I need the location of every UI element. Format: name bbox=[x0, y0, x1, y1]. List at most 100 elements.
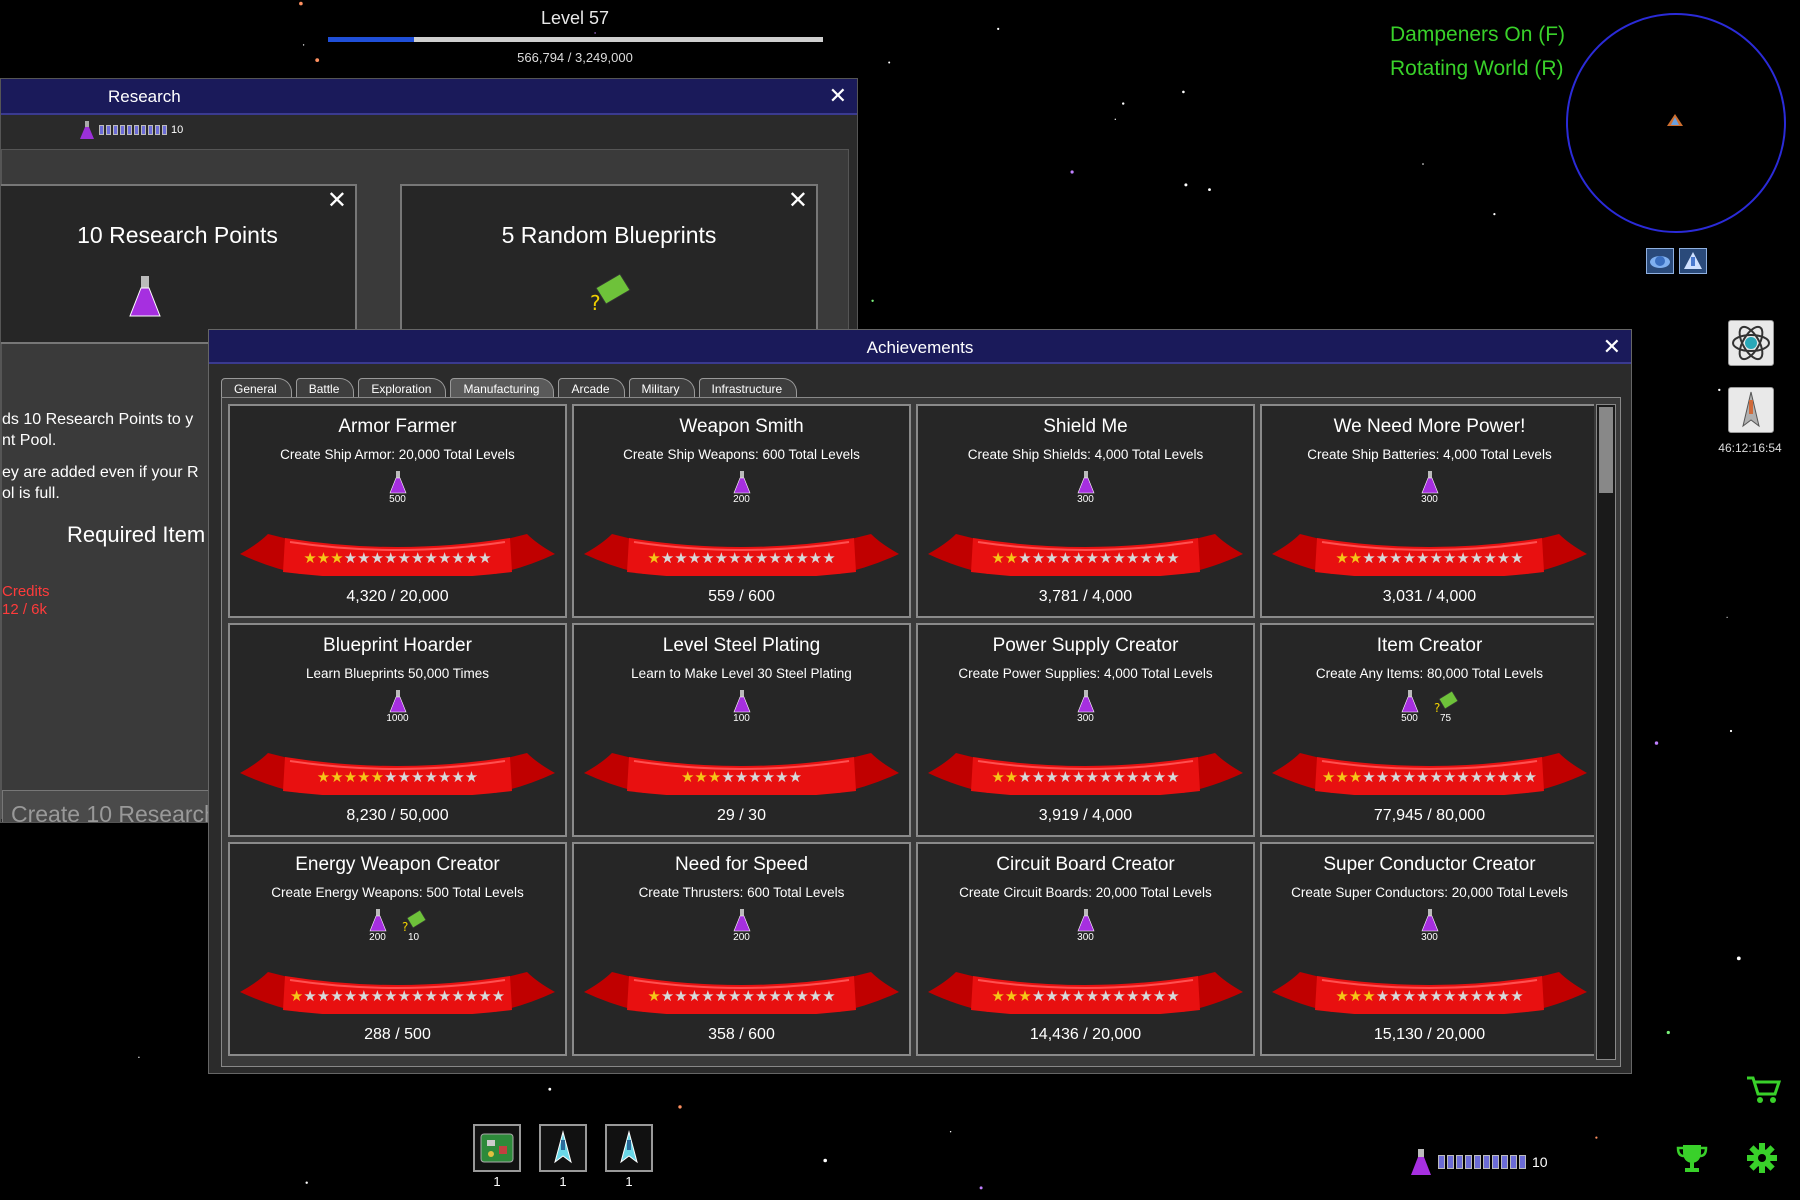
achievement-name: Weapon Smith bbox=[679, 416, 804, 437]
star-empty-icon: ★ bbox=[1429, 769, 1443, 786]
tab-manufacturing[interactable]: Manufacturing bbox=[450, 378, 555, 399]
tab-battle[interactable]: Battle bbox=[295, 378, 355, 399]
achievement-reward: 200 bbox=[369, 908, 387, 943]
achievement-progress: 29 / 30 bbox=[717, 807, 766, 824]
star-dot bbox=[305, 1181, 308, 1184]
svg-text:?: ? bbox=[1434, 701, 1440, 713]
research-close-icon[interactable]: ✕ bbox=[829, 83, 847, 109]
star-empty-icon: ★ bbox=[303, 988, 317, 1005]
research-flask-icon bbox=[1411, 1149, 1431, 1175]
scrollbar-thumb[interactable] bbox=[1599, 407, 1613, 493]
research-option-card[interactable]: ✕ 10 Research Points bbox=[1, 184, 357, 344]
planet-view-button[interactable] bbox=[1646, 248, 1674, 274]
tab-infrastructure[interactable]: Infrastructure bbox=[698, 378, 798, 399]
star-filled-icon: ★ bbox=[991, 550, 1005, 567]
star-empty-icon: ★ bbox=[478, 988, 492, 1005]
star-empty-icon: ★ bbox=[1469, 550, 1484, 567]
achievement-card[interactable]: Power Supply Creator Create Power Supplie… bbox=[916, 623, 1255, 837]
hotbar-slot[interactable] bbox=[605, 1124, 653, 1172]
achievement-card[interactable]: Energy Weapon Creator Create Energy Weapo… bbox=[228, 842, 567, 1056]
star-empty-icon: ★ bbox=[397, 988, 411, 1005]
card-close-icon[interactable]: ✕ bbox=[788, 186, 808, 215]
star-empty-icon: ★ bbox=[1072, 769, 1086, 786]
tab-arcade[interactable]: Arcade bbox=[558, 378, 625, 399]
star-dot bbox=[979, 1186, 983, 1190]
ship-view-button[interactable] bbox=[1679, 248, 1707, 274]
achievement-card[interactable]: Need for Speed Create Thrusters: 600 Tota… bbox=[572, 842, 911, 1056]
blueprint-icon: ? bbox=[402, 909, 427, 932]
achievement-reward: 500 bbox=[389, 470, 407, 505]
reward-amount: 200 bbox=[733, 932, 750, 943]
star-empty-icon: ★ bbox=[775, 769, 789, 786]
blueprint-option-card[interactable]: ✕ 5 Random Blueprints ? bbox=[400, 184, 818, 344]
blueprint-option-title: 5 Random Blueprints bbox=[501, 222, 717, 248]
star-empty-icon: ★ bbox=[714, 550, 729, 567]
achievement-card[interactable]: Blueprint Hoarder Learn Blueprints 50,000… bbox=[228, 623, 567, 837]
tab-general[interactable]: General bbox=[221, 378, 292, 399]
achievement-card[interactable]: Circuit Board Creator Create Circuit Boar… bbox=[916, 842, 1255, 1056]
achievement-description: Create Ship Weapons: 600 Total Levels bbox=[623, 447, 860, 462]
star-empty-icon: ★ bbox=[478, 550, 492, 567]
star-filled-icon: ★ bbox=[343, 769, 358, 786]
achievement-list: Armor Farmer Create Ship Armor: 20,000 To… bbox=[221, 397, 1621, 1067]
achievement-description: Create Thrusters: 600 Total Levels bbox=[638, 885, 845, 900]
research-flask-icon bbox=[733, 909, 750, 932]
star-empty-icon: ★ bbox=[1510, 550, 1524, 567]
level-bar: Level 57 566,794 / 3,249,000 bbox=[325, 8, 825, 65]
star-dot bbox=[1422, 163, 1424, 165]
achievement-card[interactable]: We Need More Power! Create Ship Batteries… bbox=[1260, 404, 1594, 618]
star-filled-icon: ★ bbox=[1004, 550, 1019, 567]
star-dot bbox=[888, 61, 891, 64]
star-dot bbox=[1729, 729, 1733, 733]
achievements-close-icon[interactable]: ✕ bbox=[1603, 334, 1621, 360]
card-close-icon[interactable]: ✕ bbox=[327, 186, 347, 215]
shop-cart-icon[interactable] bbox=[1745, 1074, 1781, 1104]
create-research-button[interactable]: Create 10 Research bbox=[2, 790, 232, 822]
blueprint-icon: ? bbox=[590, 273, 631, 312]
star-empty-icon: ★ bbox=[674, 988, 688, 1005]
ship-button[interactable] bbox=[1728, 387, 1774, 433]
hotbar-slot[interactable] bbox=[539, 1124, 587, 1172]
tab-military[interactable]: Military bbox=[628, 378, 695, 399]
star-filled-icon: ★ bbox=[1335, 769, 1349, 786]
achievement-card[interactable]: Shield Me Create Ship Shields: 4,000 Tota… bbox=[916, 404, 1255, 618]
hotbar-slot[interactable] bbox=[473, 1124, 521, 1172]
achievement-card[interactable]: Level Steel Plating Learn to Make Level 3… bbox=[572, 623, 911, 837]
settings-gear-icon[interactable] bbox=[1746, 1142, 1778, 1174]
achievement-progress: 77,945 / 80,000 bbox=[1373, 807, 1486, 824]
reactor-button[interactable] bbox=[1728, 320, 1774, 366]
dampeners-status[interactable]: Dampeners On (F) bbox=[1390, 18, 1565, 52]
star-empty-icon: ★ bbox=[701, 988, 715, 1005]
achievement-name: We Need More Power! bbox=[1333, 416, 1526, 437]
achievement-stars: ★ ★ ★ ★ ★ ★ ★ ★ ★ ★ ★ ★ ★ ★ bbox=[290, 548, 505, 568]
tab-exploration[interactable]: Exploration bbox=[358, 378, 447, 399]
star-filled-icon: ★ bbox=[1348, 769, 1363, 786]
trophy-icon[interactable] bbox=[1676, 1142, 1708, 1174]
star-empty-icon: ★ bbox=[1098, 769, 1113, 786]
achievements-titlebar[interactable]: Achievements ✕ bbox=[209, 330, 1631, 364]
achievement-card[interactable]: Item Creator Create Any Items: 80,000 Tot… bbox=[1260, 623, 1594, 837]
star-empty-icon: ★ bbox=[1139, 769, 1153, 786]
achievement-name: Shield Me bbox=[1043, 416, 1128, 437]
achievement-progress: 8,230 / 50,000 bbox=[346, 807, 449, 824]
research-flask-icon bbox=[1421, 471, 1438, 494]
achievement-card[interactable]: Super Conductor Creator Create Super Cond… bbox=[1260, 842, 1594, 1056]
research-pip bbox=[1456, 1155, 1463, 1169]
research-titlebar[interactable]: Research ✕ bbox=[1, 79, 857, 115]
star-empty-icon: ★ bbox=[1085, 988, 1099, 1005]
achievement-card[interactable]: Weapon Smith Create Ship Weapons: 600 Tot… bbox=[572, 404, 911, 618]
achievement-description: Create Any Items: 80,000 Total Levels bbox=[1315, 666, 1544, 681]
achievement-card[interactable]: Armor Farmer Create Ship Armor: 20,000 To… bbox=[228, 404, 567, 618]
rotating-world-status[interactable]: Rotating World (R) bbox=[1390, 52, 1565, 86]
star-empty-icon: ★ bbox=[451, 988, 465, 1005]
achievement-progress: 15,130 / 20,000 bbox=[1373, 1026, 1486, 1043]
planet-icon bbox=[1650, 256, 1670, 268]
achievement-scrollbar[interactable] bbox=[1596, 404, 1616, 1060]
bottom-research-pips bbox=[1438, 1155, 1526, 1169]
achievement-reward: 200 bbox=[733, 908, 751, 943]
star-empty-icon: ★ bbox=[397, 550, 411, 567]
reward-amount: 1000 bbox=[386, 713, 409, 724]
star-empty-icon: ★ bbox=[424, 988, 438, 1005]
radar-minimap[interactable] bbox=[1566, 13, 1786, 233]
reward-amount: 300 bbox=[1077, 494, 1094, 505]
